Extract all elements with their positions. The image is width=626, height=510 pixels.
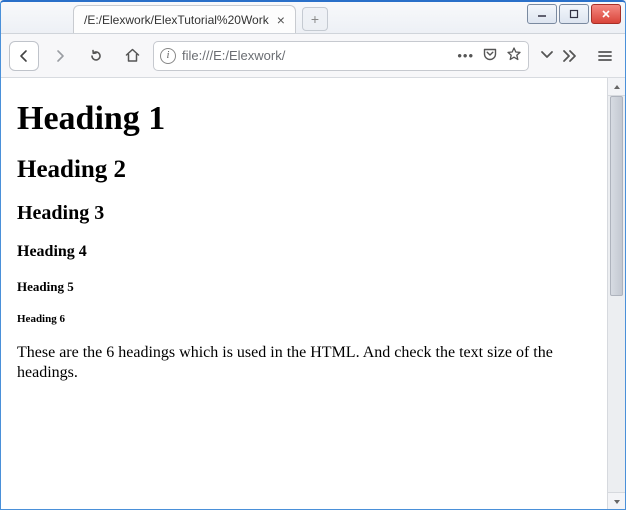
new-tab-button[interactable]: + — [302, 7, 328, 31]
overflow-chevron-icon[interactable] — [535, 44, 559, 68]
paragraph-text: These are the 6 headings which is used i… — [17, 343, 593, 383]
toolbar-right — [535, 44, 617, 68]
site-info-icon[interactable]: i — [160, 48, 176, 64]
heading-4: Heading 4 — [17, 243, 593, 261]
toolbar: i file:///E:/Elexwork/ ••• — [1, 34, 625, 78]
tab-close-icon[interactable]: × — [275, 12, 287, 28]
scroll-up-icon[interactable] — [608, 78, 625, 96]
scroll-thumb[interactable] — [610, 96, 623, 296]
urlbar-right-icons: ••• — [457, 46, 522, 65]
vertical-scrollbar[interactable] — [607, 78, 625, 510]
browser-tab[interactable]: /E:/Elexwork/ElexTutorial%20Work × — [73, 5, 296, 33]
titlebar: /E:/Elexwork/ElexTutorial%20Work × + — [1, 2, 625, 34]
heading-3: Heading 3 — [17, 202, 593, 225]
tab-title: /E:/Elexwork/ElexTutorial%20Work — [84, 13, 269, 27]
home-button[interactable] — [117, 41, 147, 71]
url-text: file:///E:/Elexwork/ — [182, 48, 451, 63]
heading-2: Heading 2 — [17, 156, 593, 184]
page-content: Heading 1 Heading 2 Heading 3 Heading 4 … — [1, 78, 607, 510]
ellipsis-icon[interactable]: ••• — [457, 48, 474, 63]
hamburger-menu-icon[interactable] — [593, 44, 617, 68]
heading-6: Heading 6 — [17, 313, 593, 325]
browser-window: /E:/Elexwork/ElexTutorial%20Work × + — [0, 0, 626, 510]
window-controls — [527, 4, 621, 24]
reload-button[interactable] — [81, 41, 111, 71]
close-button[interactable] — [591, 4, 621, 24]
minimize-button[interactable] — [527, 4, 557, 24]
url-bar[interactable]: i file:///E:/Elexwork/ ••• — [153, 41, 529, 71]
scroll-down-icon[interactable] — [608, 492, 625, 510]
maximize-button[interactable] — [559, 4, 589, 24]
back-button[interactable] — [9, 41, 39, 71]
heading-1: Heading 1 — [17, 100, 593, 138]
overflow-double-chevron-icon[interactable] — [559, 44, 583, 68]
reader-pocket-icon[interactable] — [482, 46, 498, 65]
content-area: Heading 1 Heading 2 Heading 3 Heading 4 … — [1, 78, 625, 510]
heading-5: Heading 5 — [17, 279, 593, 295]
bookmark-star-icon[interactable] — [506, 46, 522, 65]
forward-button[interactable] — [45, 41, 75, 71]
